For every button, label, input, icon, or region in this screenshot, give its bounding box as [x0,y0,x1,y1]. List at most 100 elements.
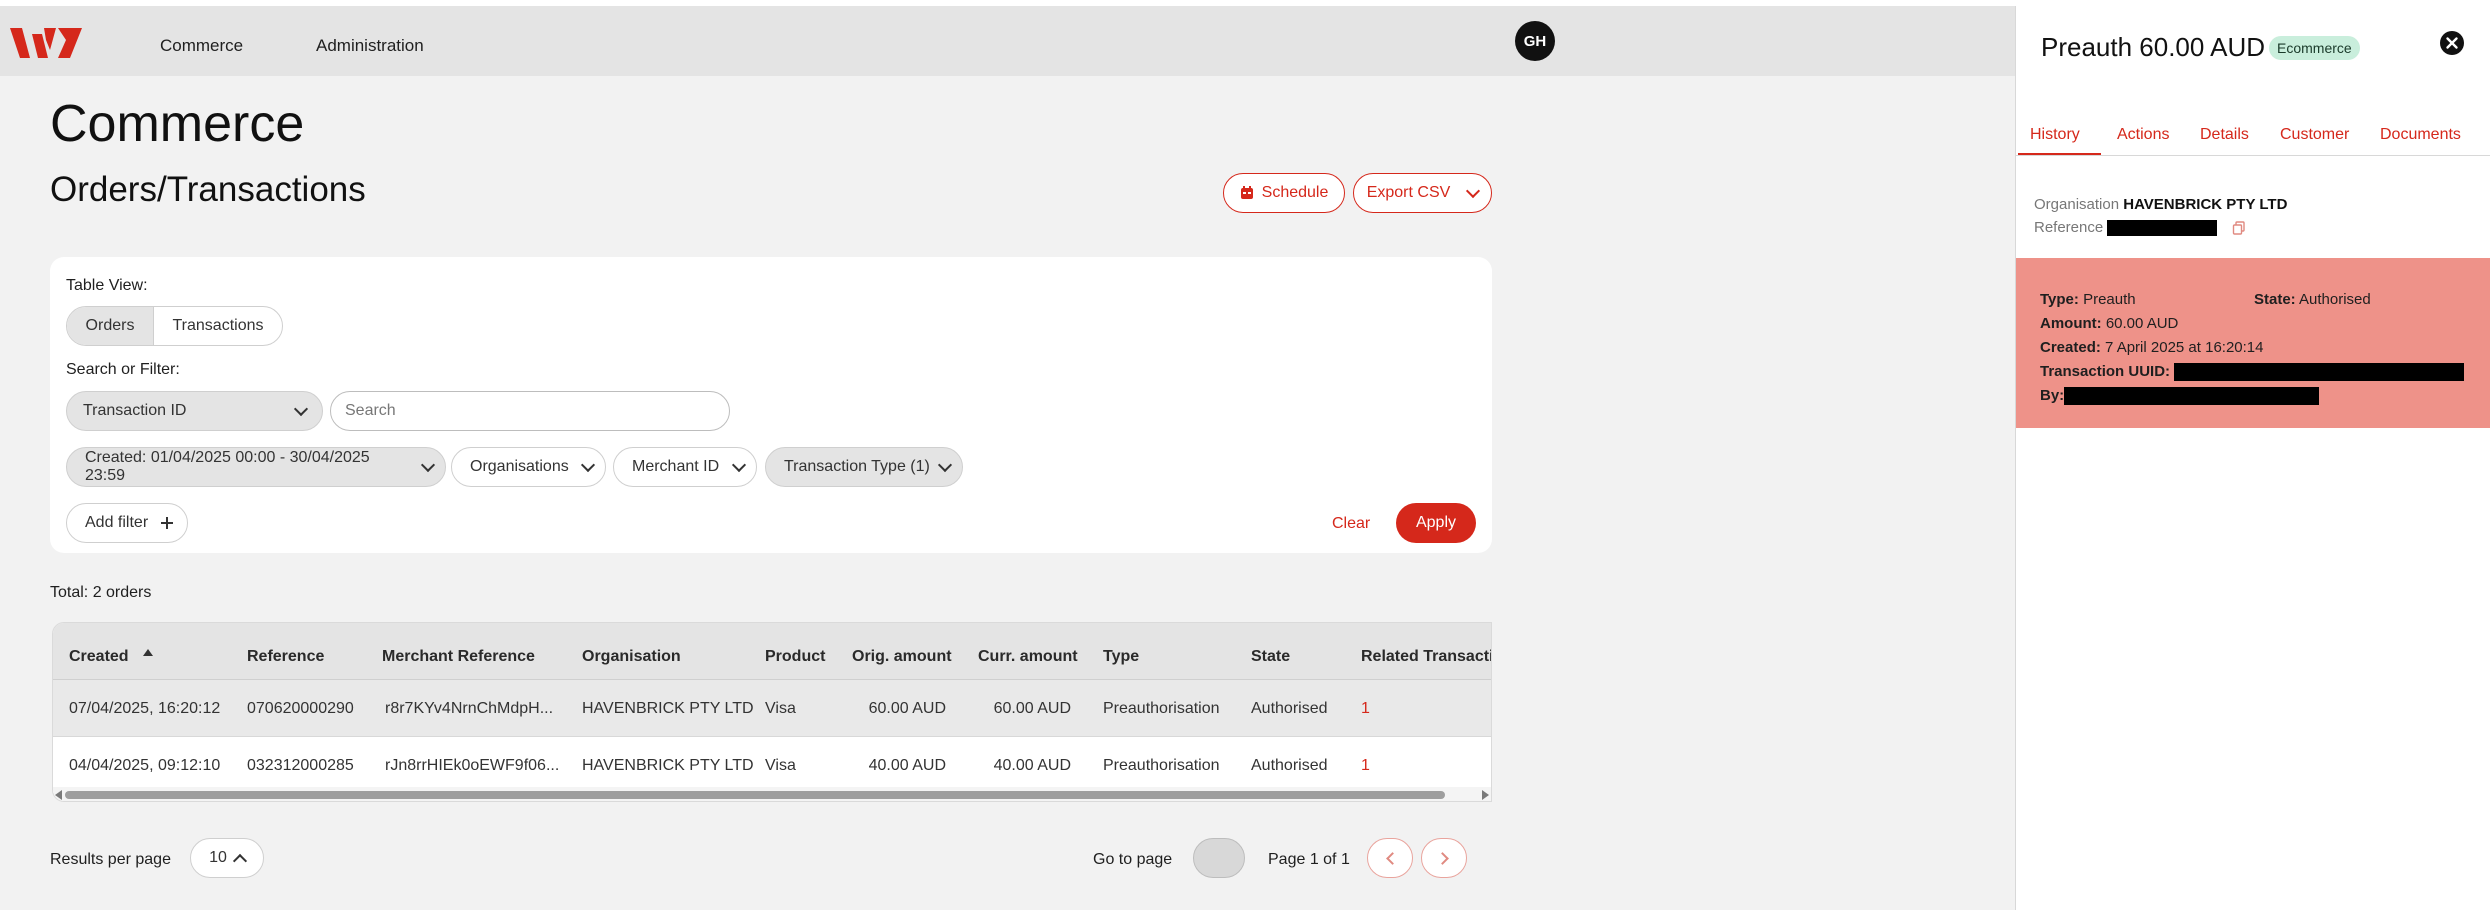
history-event-card: Type: Preauth State: Authorised Amount: … [2016,258,2490,428]
organisation-line: Organisation HAVENBRICK PTY LTD [2034,196,2287,213]
table-view-transactions-option[interactable]: Transactions [154,307,282,345]
column-header-curr-amount[interactable]: Curr. amount [978,648,1078,666]
sort-ascending-icon [143,649,154,656]
page-title: Commerce [50,95,305,153]
search-field-select[interactable]: Transaction ID [66,391,323,431]
cell-type: Preauthorisation [1103,757,1220,774]
top-navigation-bar: Commerce Administration GH [0,6,2015,76]
cell-curr-amount: 40.00 AUD [993,757,1071,774]
transaction-type-filter-chip[interactable]: Transaction Type (1) [765,447,963,487]
panel-tabs: History Actions Details Customer Documen… [2016,118,2490,156]
clear-filters-link[interactable]: Clear [1332,515,1370,533]
column-header-merchant-reference[interactable]: Merchant Reference [382,648,535,666]
export-csv-button[interactable]: Export CSV [1353,173,1492,213]
chevron-down-icon [937,457,953,472]
table-row[interactable]: 07/04/2025, 16:20:12 070620000290 r8r7KY… [53,680,1491,737]
cell-state: Authorised [1251,757,1328,774]
event-amount: Amount: 60.00 AUD [2040,315,2179,332]
go-to-page-input[interactable] [1193,838,1245,878]
created-date-filter-chip[interactable]: Created: 01/04/2025 00:00 - 30/04/2025 2… [66,447,446,487]
tab-documents[interactable]: Documents [2380,126,2461,144]
tab-actions[interactable]: Actions [2117,126,2169,144]
reference-line: Reference [2034,219,2246,237]
apply-filters-button[interactable]: Apply [1396,503,1476,543]
chevron-down-icon [420,457,436,472]
reference-label: Reference [2034,219,2104,236]
cell-related-transactions-link[interactable]: 1 [1361,757,1370,775]
organisation-value: HAVENBRICK PTY LTD [2123,196,2288,213]
table-view-toggle: Orders Transactions [66,306,283,346]
cell-product: Visa [765,757,796,774]
column-header-orig-amount[interactable]: Orig. amount [852,648,952,666]
cell-type: Preauthorisation [1103,700,1220,717]
export-csv-label: Export CSV [1366,184,1451,201]
created-date-filter-label: Created: 01/04/2025 00:00 - 30/04/2025 2… [85,449,370,484]
cell-created: 04/04/2025, 09:12:10 [69,757,221,774]
close-icon[interactable] [2439,30,2465,56]
chevron-up-icon [232,853,247,869]
search-input[interactable] [330,391,730,431]
scroll-right-icon[interactable] [1482,790,1489,800]
column-header-type[interactable]: Type [1103,648,1139,666]
cell-organisation: HAVENBRICK PTY LTD [582,757,754,774]
chevron-down-icon [293,401,309,416]
cell-merchant-reference: r8r7KYv4NrnChMdpH... [385,700,554,717]
total-count: Total: 2 orders [50,584,152,601]
scroll-left-icon[interactable] [55,790,62,800]
column-header-created[interactable]: Created [69,648,154,666]
section-title: Orders/Transactions [50,170,366,209]
cell-curr-amount: 60.00 AUD [993,700,1071,717]
scrollbar-thumb[interactable] [65,791,1445,799]
column-header-product[interactable]: Product [765,648,825,666]
calendar-icon [1240,186,1253,199]
next-page-button[interactable] [1421,838,1467,878]
table-view-label: Table View: [66,277,148,294]
main-app: Commerce Administration GH Commerce Orde… [0,6,2015,910]
plus-icon [161,517,173,529]
chevron-down-icon [731,457,747,472]
chevron-down-icon [1466,183,1481,198]
go-to-page-label: Go to page [1093,851,1173,868]
results-per-page-select[interactable]: 10 [190,838,264,878]
copy-icon[interactable] [2232,221,2246,235]
search-filter-label: Search or Filter: [66,361,180,378]
event-transaction-uuid: Transaction UUID: [2040,363,2465,382]
horizontal-scrollbar[interactable] [53,787,1491,801]
cell-product: Visa [765,700,796,717]
table-header: Created Reference Merchant Reference Org… [53,623,1491,680]
orders-table: Created Reference Merchant Reference Org… [52,622,1492,802]
cell-state: Authorised [1251,700,1328,717]
event-by: By: [2040,387,2320,406]
cell-merchant-reference: rJn8rrHIEk0oEWF9f06... [385,757,560,774]
nav-item-administration[interactable]: Administration [316,36,424,56]
previous-page-button[interactable] [1367,838,1413,878]
active-tab-indicator [2018,153,2101,155]
user-avatar[interactable]: GH [1515,21,1555,61]
table-row[interactable]: 04/04/2025, 09:12:10 032312000285 rJn8rr… [53,737,1491,794]
event-type: Type: Preauth [2040,291,2136,308]
schedule-button[interactable]: Schedule [1223,173,1345,213]
table-view-orders-option[interactable]: Orders [67,307,154,345]
column-header-reference[interactable]: Reference [247,648,324,666]
filter-panel: Table View: Orders Transactions Search o… [50,257,1492,553]
brand-logo-icon[interactable] [10,26,82,60]
results-per-page-label: Results per page [50,851,171,868]
cell-created: 07/04/2025, 16:20:12 [69,700,221,717]
tab-details[interactable]: Details [2200,126,2249,144]
add-filter-button[interactable]: Add filter [66,503,188,543]
column-header-organisation[interactable]: Organisation [582,648,681,666]
cell-related-transactions-link[interactable]: 1 [1361,700,1370,718]
tab-customer[interactable]: Customer [2280,126,2349,144]
page-info: Page 1 of 1 [1268,851,1350,868]
column-header-related-transactions[interactable]: Related Transactio [1361,648,1491,666]
results-per-page-value: 10 [209,849,227,866]
column-header-state[interactable]: State [1251,648,1290,666]
merchant-id-filter-chip[interactable]: Merchant ID [613,447,757,487]
nav-item-commerce[interactable]: Commerce [160,36,243,56]
cell-organisation: HAVENBRICK PTY LTD [582,700,754,717]
channel-badge: Ecommerce [2269,36,2360,60]
chevron-down-icon [580,457,596,472]
schedule-label: Schedule [1261,184,1329,201]
organisations-filter-chip[interactable]: Organisations [451,447,606,487]
tab-history[interactable]: History [2030,126,2080,144]
